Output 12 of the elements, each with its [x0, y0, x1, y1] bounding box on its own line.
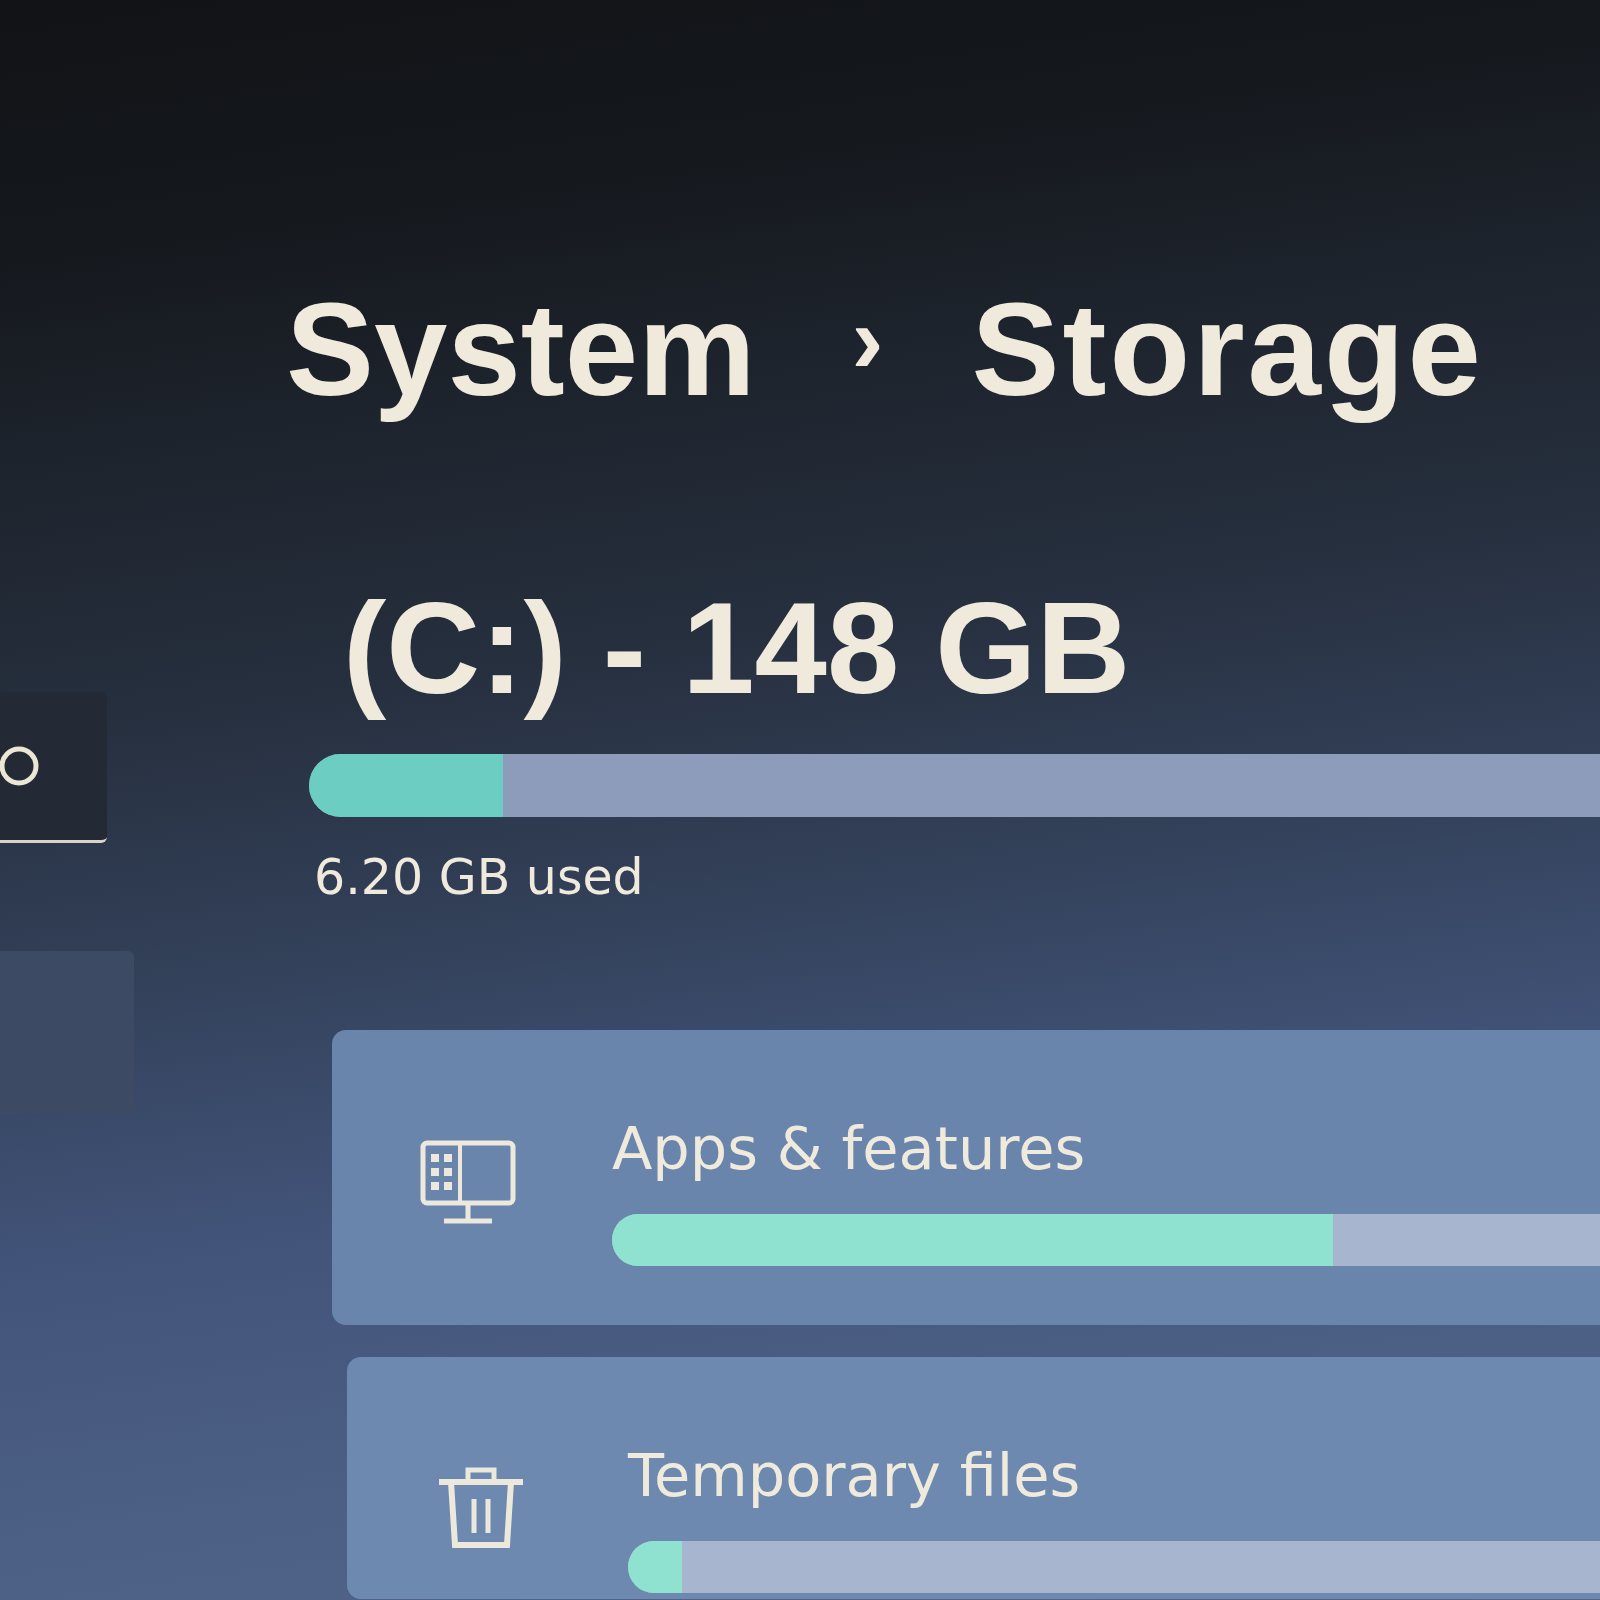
- search-field[interactable]: [0, 692, 107, 843]
- trash-icon: [436, 1467, 526, 1550]
- category-card[interactable]: Temporary files: [347, 1357, 1600, 1600]
- monitor-icon: [420, 1140, 516, 1227]
- breadcrumb-separator: ›: [851, 285, 884, 395]
- page-title: Storage: [971, 275, 1485, 425]
- category-card[interactable]: Apps & features: [332, 1030, 1600, 1326]
- used-label: 6.20 GB used: [314, 849, 645, 909]
- drive-title: (C:) - 148 GB: [343, 573, 1132, 723]
- category-name: Temporary files: [628, 1441, 1082, 1512]
- category-name: Apps & features: [612, 1114, 1087, 1185]
- breadcrumb-link[interactable]: System: [286, 274, 756, 426]
